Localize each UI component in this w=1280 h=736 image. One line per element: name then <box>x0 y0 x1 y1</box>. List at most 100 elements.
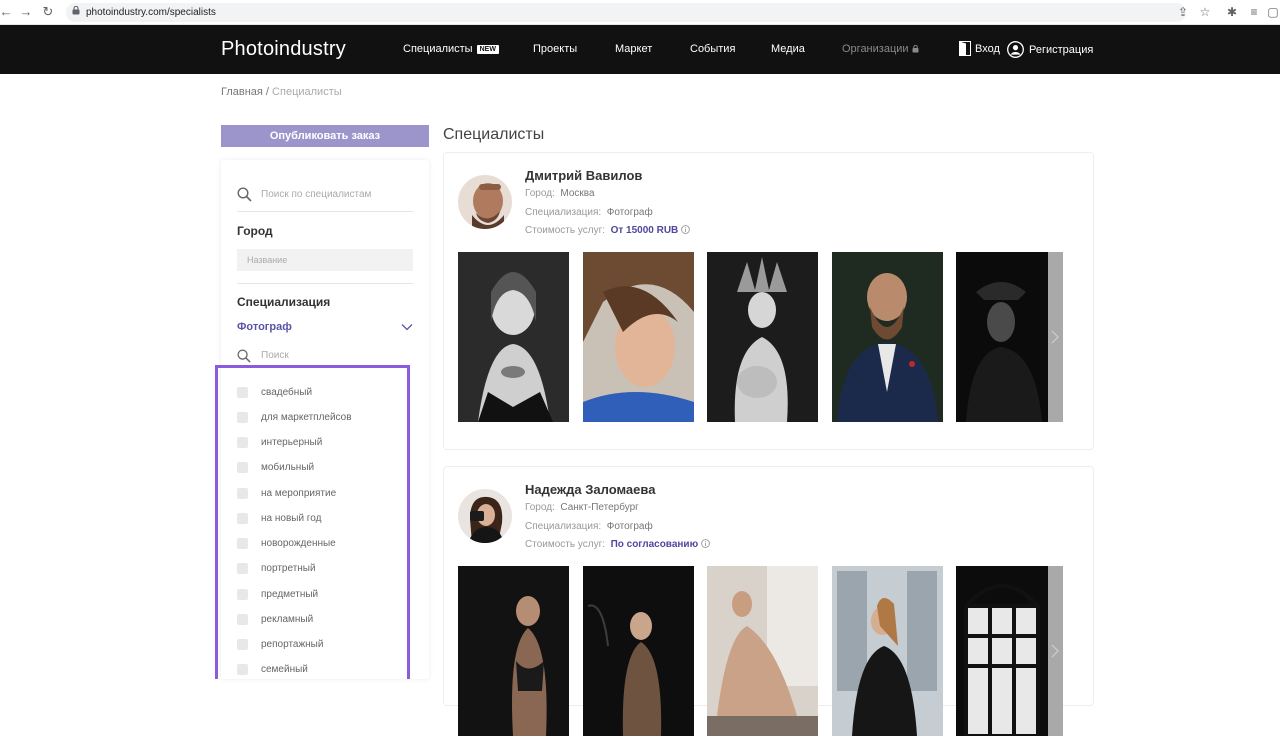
subcategory-item[interactable]: предметный <box>237 588 407 602</box>
avatar-photo <box>458 489 512 543</box>
checkbox[interactable] <box>237 412 248 423</box>
portfolio-photo[interactable] <box>832 566 943 736</box>
info-icon[interactable] <box>681 225 691 234</box>
portfolio-photo[interactable] <box>956 566 1048 736</box>
portfolio-photo[interactable] <box>707 566 818 736</box>
back-arrow-icon[interactable]: ← <box>0 4 14 20</box>
specialization-value: Фотограф <box>606 207 653 218</box>
subcategory-item[interactable]: новорожденные <box>237 537 407 551</box>
specialist-name[interactable]: Дмитрий Вавилов <box>525 168 642 183</box>
publish-order-button[interactable]: Опубликовать заказ <box>221 125 429 147</box>
nav-projects[interactable]: Проекты <box>533 43 577 55</box>
checkbox[interactable] <box>237 664 248 675</box>
checkbox[interactable] <box>237 462 248 473</box>
subcategory-search[interactable]: Поиск <box>237 348 413 364</box>
city-label: Город: <box>525 502 555 513</box>
specialist-card[interactable]: Надежда Заломаева Город: Санкт-Петербург… <box>443 466 1094 736</box>
checkbox[interactable] <box>237 513 248 524</box>
photo-image <box>583 566 694 736</box>
avatar[interactable] <box>458 489 512 543</box>
portfolio-photo[interactable] <box>583 252 694 422</box>
portfolio-photo[interactable] <box>458 566 569 736</box>
register-link[interactable]: Регистрация <box>1007 41 1093 58</box>
portfolio-photo[interactable] <box>458 252 569 422</box>
specialist-card[interactable]: Дмитрий Вавилов Город: Москва Специализа… <box>443 152 1094 450</box>
avatar[interactable] <box>458 175 512 229</box>
breadcrumb: Главная / Специалисты <box>221 86 342 98</box>
checkbox[interactable] <box>237 387 248 398</box>
reload-icon[interactable]: ↻ <box>40 4 56 20</box>
forward-arrow-icon[interactable]: → <box>18 4 34 20</box>
login-label: Вход <box>975 42 1000 55</box>
subcategory-label: на новый год <box>261 513 322 524</box>
window-icon[interactable]: ▢ <box>1266 4 1280 20</box>
subcategory-label: новорожденные <box>261 538 336 549</box>
breadcrumb-home[interactable]: Главная <box>221 86 263 98</box>
subcategory-search-placeholder: Поиск <box>261 350 289 361</box>
checkbox[interactable] <box>237 614 248 625</box>
subcategory-item[interactable]: репортажный <box>237 638 407 652</box>
portfolio-photo[interactable] <box>956 252 1048 422</box>
checkbox[interactable] <box>237 488 248 499</box>
share-icon[interactable]: ⇪ <box>1176 4 1190 20</box>
address-bar[interactable]: photoindustry.com/specialists <box>66 3 1186 22</box>
search-icon <box>237 349 251 363</box>
city-input[interactable]: Название <box>237 249 413 271</box>
portfolio-photo[interactable] <box>832 252 943 422</box>
subcategory-label: интерьерный <box>261 437 323 448</box>
nav-media[interactable]: Медиа <box>771 43 805 55</box>
checkbox[interactable] <box>237 437 248 448</box>
subcategory-item[interactable]: рекламный <box>237 613 407 627</box>
photo-image <box>956 566 1048 736</box>
specialist-price: Стоимость услуг: По согласованию <box>525 539 710 550</box>
checkbox[interactable] <box>237 639 248 650</box>
checkbox[interactable] <box>237 538 248 549</box>
specialist-city: Город: Москва <box>525 188 595 199</box>
gallery-next-button[interactable] <box>1048 252 1063 422</box>
subcategory-item[interactable]: свадебный <box>237 386 407 400</box>
nav-organizations[interactable]: Организации <box>842 43 919 55</box>
photo-image <box>707 252 818 422</box>
specialization-select[interactable]: Фотограф <box>237 321 413 337</box>
info-icon[interactable] <box>701 539 710 548</box>
site-logo[interactable]: Photoindustry <box>221 38 346 61</box>
search-placeholder: Поиск по специалистам <box>261 189 372 200</box>
specialization-label: Специализация: <box>525 521 602 532</box>
nav-market[interactable]: Маркет <box>615 43 652 55</box>
nav-specialists[interactable]: Специалисты NEW <box>403 43 499 55</box>
nav-events[interactable]: События <box>690 43 735 55</box>
photo-image <box>583 252 694 422</box>
checkbox[interactable] <box>237 563 248 574</box>
register-label: Регистрация <box>1029 43 1094 56</box>
subcategory-item[interactable]: для маркетплейсов <box>237 411 407 425</box>
subcategory-label: портретный <box>261 563 316 574</box>
subcategory-label: рекламный <box>261 614 314 625</box>
star-icon[interactable]: ☆ <box>1198 4 1212 20</box>
specialization-title: Специализация <box>237 295 331 309</box>
login-link[interactable]: Вход <box>959 41 1000 56</box>
portfolio-photo[interactable] <box>583 566 694 736</box>
specialist-specialization: Специализация: Фотограф <box>525 207 653 218</box>
subcategory-item[interactable]: портретный <box>237 562 407 576</box>
nav-organizations-label: Организации <box>842 43 909 55</box>
subcategory-item[interactable]: на мероприятие <box>237 487 407 501</box>
city-value: Санкт-Петербург <box>560 502 639 513</box>
portfolio-photo[interactable] <box>707 252 818 422</box>
gallery-next-button[interactable] <box>1048 566 1063 736</box>
extensions-icon[interactable]: ✱ <box>1225 4 1239 20</box>
subcategory-item[interactable]: интерьерный <box>237 436 407 450</box>
subcategory-label: свадебный <box>261 387 313 398</box>
photo-image <box>458 566 569 736</box>
subcategory-item[interactable]: семейный <box>237 663 407 677</box>
photo-image <box>832 566 943 736</box>
checkbox[interactable] <box>237 589 248 600</box>
specialist-search[interactable]: Поиск по специалистам <box>237 184 413 212</box>
reading-list-icon[interactable]: ≡ <box>1247 4 1261 20</box>
divider <box>237 283 413 284</box>
price-label: Стоимость услуг: <box>525 225 605 236</box>
breadcrumb-separator: / <box>262 86 273 98</box>
specialist-name[interactable]: Надежда Заломаева <box>525 482 655 497</box>
subcategory-item[interactable]: на новый год <box>237 512 407 526</box>
subcategory-item[interactable]: мобильный <box>237 461 407 475</box>
site-header: Photoindustry Специалисты NEW Проекты Мар… <box>0 25 1280 74</box>
